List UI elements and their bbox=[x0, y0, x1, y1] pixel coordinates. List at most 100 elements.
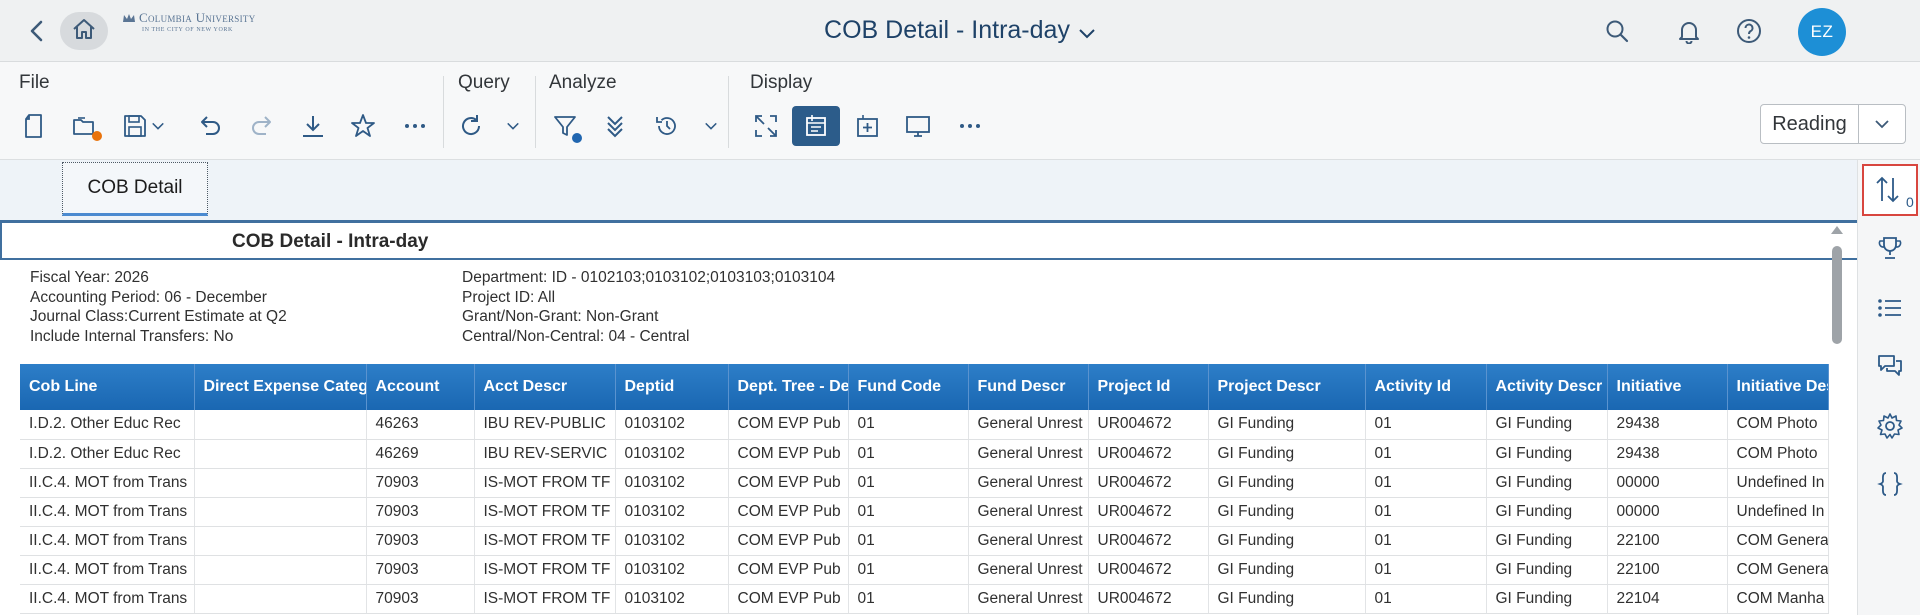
trophy-icon[interactable] bbox=[1862, 222, 1918, 274]
table-row[interactable]: II.C.4. MOT from Trans 70903 IS-MOT FROM T… bbox=[20, 468, 1829, 498]
table-cell[interactable]: 01 bbox=[848, 468, 969, 498]
scrollbar-thumb[interactable] bbox=[1832, 246, 1842, 344]
table-cell[interactable]: 22100 bbox=[1607, 526, 1728, 556]
table-cell[interactable]: 70903 bbox=[366, 584, 475, 614]
table-cell[interactable]: 29438 bbox=[1607, 439, 1728, 469]
table-cell[interactable]: II.C.4. MOT from Trans bbox=[20, 468, 195, 498]
column-header[interactable]: Fund Code bbox=[848, 364, 969, 410]
table-cell[interactable]: GI Funding bbox=[1486, 468, 1608, 498]
table-cell[interactable]: COM Photo bbox=[1727, 439, 1829, 469]
table-cell[interactable]: 0103102 bbox=[615, 410, 729, 440]
table-cell[interactable]: 01 bbox=[848, 584, 969, 614]
refresh-icon[interactable] bbox=[454, 109, 488, 143]
table-row[interactable]: II.C.4. MOT from Trans 70903 IS-MOT FROM T… bbox=[20, 526, 1829, 556]
column-header[interactable]: Cob Line bbox=[20, 364, 195, 410]
sort-button[interactable]: 0 bbox=[1862, 164, 1918, 216]
help-icon[interactable] bbox=[1734, 16, 1764, 46]
table-cell[interactable]: IS-MOT FROM TF bbox=[474, 526, 616, 556]
fullscreen-icon[interactable] bbox=[749, 109, 783, 143]
table-cell[interactable] bbox=[194, 555, 367, 585]
table-cell[interactable]: GI Funding bbox=[1486, 526, 1608, 556]
table-cell[interactable]: COM EVP Pub bbox=[728, 526, 849, 556]
drill-down-icon[interactable] bbox=[598, 109, 632, 143]
table-cell[interactable]: UR004672 bbox=[1088, 497, 1209, 527]
table-cell[interactable]: COM Genera bbox=[1727, 526, 1829, 556]
table-cell[interactable]: GI Funding bbox=[1208, 526, 1366, 556]
table-cell[interactable]: General Unrest bbox=[968, 584, 1089, 614]
table-cell[interactable]: IBU REV-SERVIC bbox=[474, 439, 616, 469]
table-cell[interactable]: 01 bbox=[1365, 584, 1487, 614]
redo-icon[interactable] bbox=[244, 109, 278, 143]
table-cell[interactable]: General Unrest bbox=[968, 555, 1089, 585]
table-cell[interactable]: GI Funding bbox=[1208, 410, 1366, 440]
table-cell[interactable]: GI Funding bbox=[1486, 584, 1608, 614]
table-cell[interactable]: 01 bbox=[848, 497, 969, 527]
table-cell[interactable] bbox=[194, 497, 367, 527]
history-icon[interactable] bbox=[650, 109, 684, 143]
column-header[interactable]: Activity Id bbox=[1365, 364, 1487, 410]
table-row[interactable]: I.D.2. Other Educ Rec 46269 IBU REV-SERVIC… bbox=[20, 439, 1829, 469]
avatar[interactable]: EZ bbox=[1798, 8, 1846, 56]
table-row[interactable]: I.D.2. Other Educ Rec 46263 IBU REV-PUBLIC… bbox=[20, 410, 1829, 440]
table-cell[interactable]: UR004672 bbox=[1088, 584, 1209, 614]
scroll-up-arrow-icon[interactable] bbox=[1831, 226, 1843, 234]
table-cell[interactable]: IS-MOT FROM TF bbox=[474, 497, 616, 527]
code-braces-icon[interactable] bbox=[1862, 458, 1918, 510]
tab-cob-detail[interactable]: COB Detail bbox=[62, 162, 208, 216]
table-cell[interactable]: II.C.4. MOT from Trans bbox=[20, 584, 195, 614]
table-cell[interactable]: COM Genera bbox=[1727, 555, 1829, 585]
table-cell[interactable]: IS-MOT FROM TF bbox=[474, 555, 616, 585]
table-cell[interactable]: GI Funding bbox=[1208, 439, 1366, 469]
table-cell[interactable]: 01 bbox=[1365, 468, 1487, 498]
table-cell[interactable]: II.C.4. MOT from Trans bbox=[20, 497, 195, 527]
undo-icon[interactable] bbox=[194, 109, 228, 143]
table-cell[interactable]: 00000 bbox=[1607, 468, 1728, 498]
table-cell[interactable]: II.C.4. MOT from Trans bbox=[20, 526, 195, 556]
table-cell[interactable]: General Unrest bbox=[968, 468, 1089, 498]
table-cell[interactable]: 00000 bbox=[1607, 497, 1728, 527]
gear-icon[interactable] bbox=[1862, 400, 1918, 452]
table-cell[interactable]: COM EVP Pub bbox=[728, 497, 849, 527]
refresh-menu-chevron-icon[interactable] bbox=[503, 109, 523, 143]
table-cell[interactable]: IS-MOT FROM TF bbox=[474, 584, 616, 614]
panel-toggle-button[interactable] bbox=[792, 106, 840, 146]
table-cell[interactable]: COM Manha bbox=[1727, 584, 1829, 614]
table-cell[interactable]: GI Funding bbox=[1486, 497, 1608, 527]
table-cell[interactable]: Undefined In bbox=[1727, 468, 1829, 498]
table-cell[interactable]: GI Funding bbox=[1486, 555, 1608, 585]
table-cell[interactable] bbox=[194, 439, 367, 469]
table-cell[interactable]: UR004672 bbox=[1088, 555, 1209, 585]
column-header[interactable]: Direct Expense Category bbox=[194, 364, 367, 410]
column-header[interactable]: Account bbox=[366, 364, 475, 410]
comments-icon[interactable] bbox=[1862, 340, 1918, 392]
table-cell[interactable]: GI Funding bbox=[1208, 555, 1366, 585]
table-cell[interactable]: 01 bbox=[1365, 555, 1487, 585]
table-cell[interactable]: 70903 bbox=[366, 526, 475, 556]
table-cell[interactable]: 46269 bbox=[366, 439, 475, 469]
table-cell[interactable]: General Unrest bbox=[968, 410, 1089, 440]
table-cell[interactable]: UR004672 bbox=[1088, 468, 1209, 498]
table-cell[interactable]: II.C.4. MOT from Trans bbox=[20, 555, 195, 585]
column-header[interactable]: Activity Descr bbox=[1486, 364, 1608, 410]
table-cell[interactable]: COM EVP Pub bbox=[728, 555, 849, 585]
table-cell[interactable]: IBU REV-PUBLIC bbox=[474, 410, 616, 440]
table-cell[interactable]: 01 bbox=[1365, 526, 1487, 556]
table-cell[interactable] bbox=[194, 584, 367, 614]
column-header[interactable]: Project Id bbox=[1088, 364, 1209, 410]
table-cell[interactable]: 0103102 bbox=[615, 468, 729, 498]
table-cell[interactable]: GI Funding bbox=[1208, 584, 1366, 614]
table-cell[interactable]: 0103102 bbox=[615, 439, 729, 469]
table-cell[interactable]: COM EVP Pub bbox=[728, 439, 849, 469]
chevron-down-icon[interactable] bbox=[1859, 105, 1905, 143]
back-icon[interactable] bbox=[22, 16, 52, 46]
column-header[interactable]: Fund Descr bbox=[968, 364, 1089, 410]
table-cell[interactable]: 70903 bbox=[366, 555, 475, 585]
new-document-icon[interactable] bbox=[17, 109, 51, 143]
table-cell[interactable]: I.D.2. Other Educ Rec bbox=[20, 410, 195, 440]
save-menu-chevron-icon[interactable] bbox=[148, 109, 168, 143]
table-cell[interactable]: 0103102 bbox=[615, 497, 729, 527]
table-cell[interactable]: General Unrest bbox=[968, 526, 1089, 556]
table-cell[interactable]: 0103102 bbox=[615, 584, 729, 614]
search-icon[interactable] bbox=[1602, 16, 1632, 46]
table-cell[interactable]: GI Funding bbox=[1208, 497, 1366, 527]
